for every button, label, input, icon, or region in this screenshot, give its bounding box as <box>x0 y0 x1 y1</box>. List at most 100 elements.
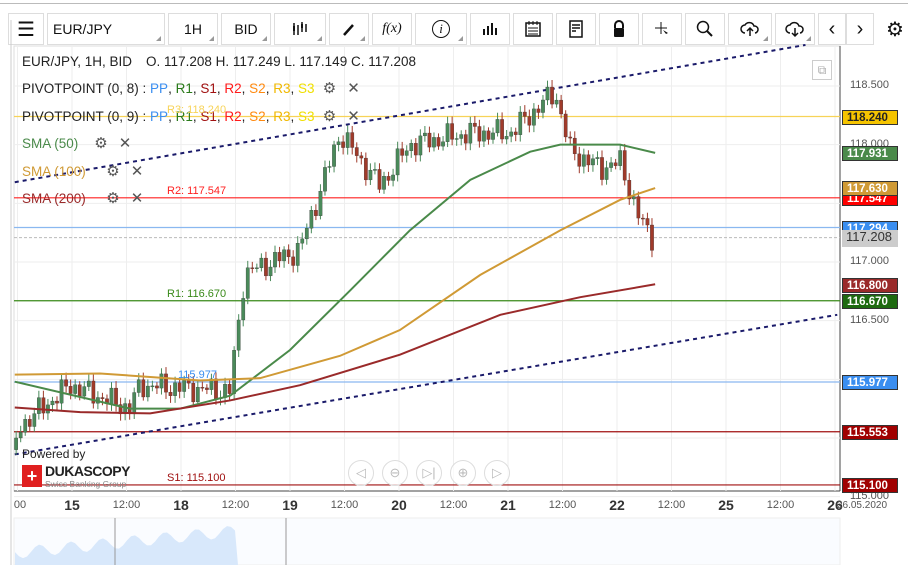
go-latest-button[interactable]: ▷| <box>416 460 442 486</box>
candle-body <box>423 132 427 137</box>
candle-body <box>618 150 623 166</box>
candle-body <box>245 267 250 299</box>
pivot-price-tag: 115.977 <box>842 375 898 391</box>
candle-body <box>268 266 273 277</box>
candle-body <box>64 379 68 387</box>
candle-body <box>318 191 323 216</box>
candle-body <box>36 397 41 414</box>
candle-body <box>572 137 577 155</box>
pivot-level-r3: R3 <box>273 108 291 124</box>
candle-body <box>273 252 277 268</box>
candle-body <box>314 210 318 216</box>
candle-body <box>545 86 550 101</box>
candle-body <box>32 413 37 427</box>
powered-by-text: Powered by <box>22 447 86 461</box>
pivot-line-label: R1: 116.670 <box>167 287 227 300</box>
settings-indicator-gear-icon[interactable]: ⚙ <box>104 189 122 207</box>
candle-body <box>173 382 177 396</box>
pivot-price-tag: 116.670 <box>842 293 898 309</box>
candle-body <box>641 217 645 220</box>
pivot-level-s2: S2 <box>249 108 266 124</box>
remove-indicator-close-icon[interactable]: ✕ <box>345 79 363 97</box>
candle-body <box>345 132 350 148</box>
candle-body <box>532 108 536 126</box>
candle-body <box>577 153 582 167</box>
candle-body <box>595 157 600 159</box>
candle-body <box>27 419 32 427</box>
nav-back-button[interactable]: ◁ <box>348 460 374 486</box>
candle-body <box>68 386 73 394</box>
candle-body <box>132 392 137 415</box>
candle-body <box>236 319 241 351</box>
comma: , <box>265 80 274 96</box>
popout-button[interactable]: ⧉ <box>812 60 832 80</box>
candle-body <box>427 132 432 148</box>
candle-body <box>541 99 545 113</box>
candle-body <box>223 384 227 398</box>
candle-body <box>550 86 554 105</box>
candle-body <box>559 99 563 115</box>
candle-body <box>168 391 173 396</box>
comma: , <box>168 80 176 96</box>
candle-body <box>591 158 595 166</box>
candle-body <box>114 387 118 405</box>
candle-body <box>291 256 296 266</box>
comma: , <box>216 80 225 96</box>
settings-indicator-gear-icon[interactable]: ⚙ <box>321 79 339 97</box>
candle-body <box>55 400 59 404</box>
chart-header: EUR/JPY, 1H, BID O. 117.208 H. 117.249 L.… <box>22 54 416 69</box>
settings-indicator-gear-icon[interactable]: ⚙ <box>321 107 339 125</box>
triangle-right-icon: ▷ <box>492 465 502 480</box>
candle-body <box>581 154 586 167</box>
current-price-tag: 117.208 <box>842 229 898 247</box>
pivot-level-s3: S3 <box>297 108 315 124</box>
indicator-legend: PIVOTPOINT (0, 8) : PP, R1, S1, R2, S2, … <box>22 79 363 97</box>
remove-indicator-close-icon[interactable]: ✕ <box>128 162 146 180</box>
candle-body <box>14 437 18 450</box>
remove-indicator-close-icon[interactable]: ✕ <box>345 107 363 125</box>
candle-body <box>418 135 423 156</box>
current-date-label: 26.05.2020 <box>836 500 888 511</box>
settings-indicator-gear-icon[interactable]: ⚙ <box>104 162 122 180</box>
remove-indicator-close-icon[interactable]: ✕ <box>116 134 134 152</box>
candle-body <box>377 169 382 190</box>
candle-body <box>504 136 509 140</box>
candle-body <box>568 136 573 139</box>
indicator-name: SMA (50) <box>22 135 79 151</box>
price-axis-label: 117.000 <box>850 255 889 267</box>
candle-body <box>563 113 568 138</box>
candle-body <box>500 119 504 140</box>
zoom-in-button[interactable]: ⊕ <box>450 460 476 486</box>
pivot-level-s3: S3 <box>297 80 315 96</box>
comma: , <box>241 108 250 124</box>
candle-body <box>309 210 314 229</box>
remove-indicator-close-icon[interactable]: ✕ <box>128 189 146 207</box>
candle-body <box>195 387 200 403</box>
comma: , <box>192 80 201 96</box>
candle-body <box>404 150 409 156</box>
zoom-out-button[interactable]: ⊖ <box>382 460 408 486</box>
candle-body <box>513 131 518 135</box>
pivot-line-label: R3: 118.240 <box>167 103 227 116</box>
pivot-line-label: S1: 115.100 <box>167 471 226 484</box>
instrument-title: EUR/JPY, 1H, BID <box>22 54 133 69</box>
nav-forward-button[interactable]: ▷ <box>484 460 510 486</box>
settings-indicator-gear-icon[interactable]: ⚙ <box>92 134 110 152</box>
candle-body <box>18 432 23 439</box>
indicator-name: SMA (100) <box>22 163 86 179</box>
candle-body <box>613 162 618 166</box>
time-axis-label: 12:00 <box>766 499 795 511</box>
time-axis-label: 15 <box>64 497 80 513</box>
candle-body <box>386 176 391 181</box>
brand-name: DUKASCOPY <box>45 463 130 479</box>
indicator-name: PIVOTPOINT (0, 9) <box>22 108 139 124</box>
candle-body <box>391 174 395 181</box>
candle-body <box>486 130 491 140</box>
indicator-legend: SMA (200) ⚙ ✕ <box>22 189 146 207</box>
candle-body <box>363 157 368 181</box>
pivot-level-r2: R2 <box>224 80 242 96</box>
candle-body <box>191 382 196 403</box>
candle-body <box>182 380 187 392</box>
time-axis-label: 00 <box>13 499 27 511</box>
zoom-in-icon: ⊕ <box>457 465 469 480</box>
